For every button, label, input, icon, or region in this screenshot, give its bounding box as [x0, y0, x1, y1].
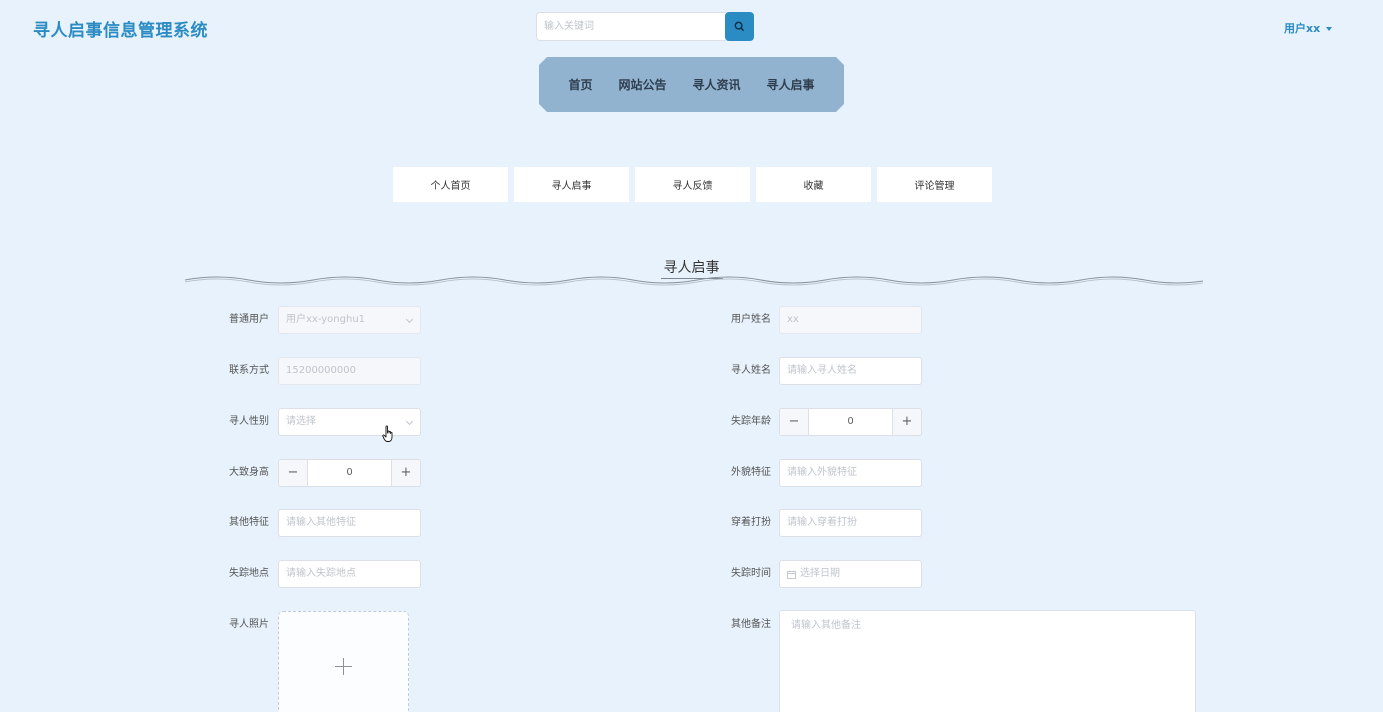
height-stepper: − 0 + [278, 459, 421, 487]
clothing-input[interactable]: 请输入穿着打扮 [779, 509, 922, 537]
label-contact: 联系方式 [229, 365, 269, 376]
label-person-name: 寻人姓名 [731, 365, 771, 376]
label-photo: 寻人照片 [229, 619, 269, 630]
nav-home[interactable]: 首页 [555, 76, 605, 93]
label-other-features: 其他特征 [229, 517, 269, 528]
location-input[interactable]: 请输入失踪地点 [278, 560, 421, 588]
label-height: 大致身高 [229, 467, 269, 478]
label-age: 失踪年龄 [731, 416, 771, 427]
label-location: 失踪地点 [229, 568, 269, 579]
main-nav: 首页 网站公告 寻人资讯 寻人启事 [539, 57, 844, 112]
user-label: 用户xx [1284, 22, 1321, 35]
tab-missing-notice[interactable]: 寻人启事 [514, 167, 629, 202]
tab-comments[interactable]: 评论管理 [877, 167, 992, 202]
sub-tabs: 个人首页 寻人启事 寻人反馈 收藏 评论管理 [393, 167, 992, 202]
date-picker-placeholder: 选择日期 [800, 568, 840, 579]
label-remarks: 其他备注 [731, 619, 771, 630]
user-menu[interactable]: 用户xx [1284, 20, 1333, 36]
nav-missing-notices[interactable]: 寻人启事 [754, 76, 828, 93]
person-name-input[interactable]: 请输入寻人姓名 [779, 357, 922, 385]
label-time: 失踪时间 [731, 568, 771, 579]
label-clothing: 穿着打扮 [731, 517, 771, 528]
age-decrement-button[interactable]: − [780, 409, 809, 435]
age-stepper: − 0 + [779, 408, 922, 436]
age-increment-button[interactable]: + [892, 409, 921, 435]
user-select-value: 用户xx-yonghu1 [286, 314, 366, 325]
tab-favorites[interactable]: 收藏 [756, 167, 871, 202]
label-gender: 寻人性别 [229, 416, 269, 427]
user-name-field: xx [779, 306, 922, 334]
search-bar [536, 12, 754, 41]
site-title: 寻人启事信息管理系统 [33, 21, 208, 41]
other-features-input[interactable]: 请输入其他特征 [278, 509, 421, 537]
contact-field: 15200000000 [278, 357, 421, 385]
calendar-icon [787, 570, 796, 579]
date-picker[interactable]: 选择日期 [779, 560, 922, 588]
search-input[interactable] [536, 12, 726, 41]
remarks-textarea[interactable]: 请输入其他备注 [779, 610, 1196, 712]
height-value[interactable]: 0 [308, 460, 391, 486]
hand-cursor-icon [382, 425, 393, 442]
tab-personal-home[interactable]: 个人首页 [393, 167, 508, 202]
label-user: 普通用户 [229, 314, 269, 325]
label-user-name: 用户姓名 [731, 314, 771, 325]
photo-upload[interactable] [278, 611, 409, 712]
nav-announcements[interactable]: 网站公告 [605, 76, 679, 93]
label-appearance: 外貌特征 [731, 467, 771, 478]
age-value[interactable]: 0 [809, 409, 892, 435]
chevron-down-icon [405, 417, 414, 426]
gender-select-placeholder: 请选择 [286, 416, 316, 427]
gender-select[interactable]: 请选择 [278, 408, 421, 436]
plus-icon [335, 657, 352, 675]
tab-feedback[interactable]: 寻人反馈 [635, 167, 750, 202]
wave-divider [185, 276, 1203, 286]
search-button[interactable] [725, 12, 754, 41]
height-increment-button[interactable]: + [391, 460, 420, 486]
user-select: 用户xx-yonghu1 [278, 306, 421, 334]
search-icon [734, 21, 745, 32]
height-decrement-button[interactable]: − [279, 460, 308, 486]
caret-down-icon [1326, 26, 1333, 31]
chevron-down-icon [405, 315, 414, 324]
appearance-input[interactable]: 请输入外貌特征 [779, 459, 922, 487]
nav-news[interactable]: 寻人资讯 [680, 76, 754, 93]
